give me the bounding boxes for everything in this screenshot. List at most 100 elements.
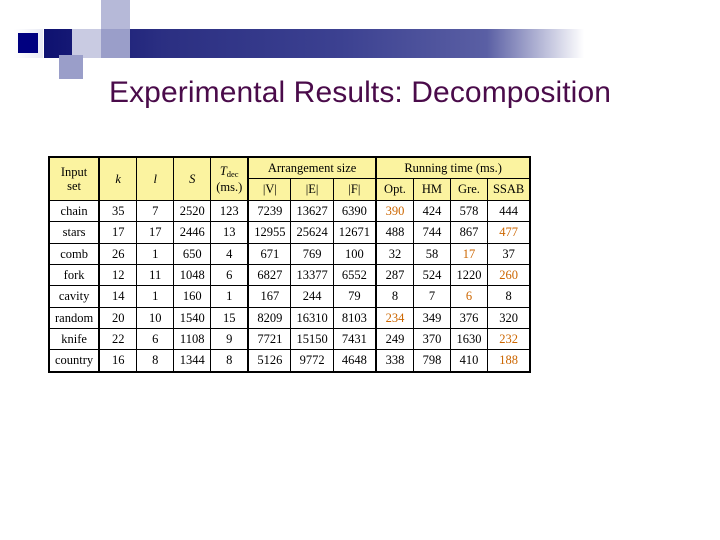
cell-ssab: 37 <box>486 242 531 265</box>
cell-k: 16 <box>98 349 138 373</box>
cell-l: 11 <box>136 263 175 287</box>
column-header-opt: Opt. <box>375 178 414 201</box>
cell-input-set: stars <box>48 221 101 244</box>
slide-decoration-band <box>0 0 720 87</box>
cell-l: 10 <box>136 306 175 330</box>
cell-k: 14 <box>98 285 138 308</box>
cell-e: 15150 <box>290 327 334 351</box>
cell-e: 16310 <box>290 306 334 330</box>
cell-e: 9772 <box>290 349 334 373</box>
cell-s: 1108 <box>173 327 212 351</box>
cell-input-set: chain <box>48 199 101 223</box>
cell-hm: 424 <box>412 199 451 223</box>
cell-e: 13627 <box>290 199 334 223</box>
column-header-gre: Gre. <box>449 178 488 201</box>
cell-gre: 376 <box>449 306 488 330</box>
column-header-l: l <box>136 156 175 201</box>
cell-l: 8 <box>136 349 175 373</box>
column-group-running-time: Running time (ms.) <box>375 156 531 180</box>
cell-tdec: 6 <box>210 263 250 287</box>
cell-tdec: 4 <box>210 242 250 265</box>
table-header: Input set k l S Tdec (ms.) Arrangement s… <box>48 156 531 201</box>
decoration-square-4 <box>72 29 101 58</box>
cell-input-set: random <box>48 306 101 330</box>
cell-ssab: 8 <box>486 285 531 308</box>
decoration-square-10 <box>72 0 101 29</box>
column-header-k: k <box>98 156 138 201</box>
cell-f: 4648 <box>332 349 377 373</box>
cell-v: 671 <box>247 242 292 265</box>
decoration-square-5 <box>101 0 130 29</box>
cell-gre: 578 <box>449 199 488 223</box>
cell-hm: 744 <box>412 221 451 244</box>
cell-tdec: 8 <box>210 349 250 373</box>
column-header-v: |V| <box>247 178 292 201</box>
cell-hm: 370 <box>412 327 451 351</box>
cell-input-set: knife <box>48 327 101 351</box>
cell-input-set: country <box>48 349 101 373</box>
cell-l: 7 <box>136 199 175 223</box>
cell-v: 8209 <box>247 306 292 330</box>
cell-ssab: 320 <box>486 306 531 330</box>
decoration-square-2 <box>18 33 38 53</box>
decoration-square-3 <box>44 0 72 29</box>
cell-f: 100 <box>332 242 377 265</box>
table-row: chain 35 7 2520 123 7239 13627 6390 390 424 578 444 <box>48 199 531 223</box>
cell-input-set: cavity <box>48 285 101 308</box>
table-header-row-1: Input set k l S Tdec (ms.) Arrangement s… <box>48 156 531 201</box>
cell-e: 13377 <box>290 263 334 287</box>
cell-k: 12 <box>98 263 138 287</box>
cell-f: 8103 <box>332 306 377 330</box>
cell-s: 2520 <box>173 199 212 223</box>
cell-l: 17 <box>136 221 175 244</box>
cell-k: 20 <box>98 306 138 330</box>
cell-s: 2446 <box>173 221 212 244</box>
cell-v: 7721 <box>247 327 292 351</box>
cell-e: 244 <box>290 285 334 308</box>
cell-f: 12671 <box>332 221 377 244</box>
cell-tdec: 123 <box>210 199 250 223</box>
cell-f: 6390 <box>332 199 377 223</box>
table-row: comb 26 1 650 4 671 769 100 32 58 17 37 <box>48 242 531 265</box>
cell-k: 26 <box>98 242 138 265</box>
cell-hm: 798 <box>412 349 451 373</box>
cell-opt: 338 <box>375 349 414 373</box>
experimental-results-table: Input set k l S Tdec (ms.) Arrangement s… <box>48 156 532 373</box>
cell-ssab: 188 <box>486 349 531 373</box>
cell-e: 25624 <box>290 221 334 244</box>
cell-opt: 488 <box>375 221 414 244</box>
cell-v: 167 <box>247 285 292 308</box>
column-header-ssab: SSAB <box>486 178 531 201</box>
cell-opt: 8 <box>375 285 414 308</box>
table-body: chain 35 7 2520 123 7239 13627 6390 390 424 578 444… <box>48 199 531 373</box>
table-row: stars 17 17 2446 13 12955 25624 12671 488 744 867 4… <box>48 221 531 244</box>
input-set-label-line2: set <box>67 178 82 193</box>
cell-ssab: 477 <box>486 221 531 244</box>
cell-gre: 1220 <box>449 263 488 287</box>
column-header-s: S <box>173 156 212 201</box>
table-row: knife 22 6 1108 9 7721 15150 7431 249 370 1630 232 <box>48 327 531 351</box>
cell-ssab: 260 <box>486 263 531 287</box>
cell-l: 1 <box>136 285 175 308</box>
cell-k: 35 <box>98 199 138 223</box>
cell-hm: 7 <box>412 285 451 308</box>
cell-e: 769 <box>290 242 334 265</box>
cell-s: 1540 <box>173 306 212 330</box>
cell-gre: 1630 <box>449 327 488 351</box>
column-header-e: |E| <box>290 178 334 201</box>
input-set-label-line1: Input <box>60 164 88 179</box>
cell-tdec: 1 <box>210 285 250 308</box>
tdec-subscript: dec <box>226 168 239 179</box>
tdec-unit: (ms.) <box>216 179 243 194</box>
table-row: cavity 14 1 160 1 167 244 79 8 7 6 8 <box>48 285 531 308</box>
table-row: fork 12 11 1048 6 6827 13377 6552 287 524 1220 260 <box>48 263 531 287</box>
cell-opt: 249 <box>375 327 414 351</box>
cell-v: 5126 <box>247 349 292 373</box>
cell-opt: 390 <box>375 199 414 223</box>
cell-opt: 234 <box>375 306 414 330</box>
cell-l: 1 <box>136 242 175 265</box>
table-row: country 16 8 1344 8 5126 9772 4648 338 798 410 188 <box>48 349 531 373</box>
cell-gre: 6 <box>449 285 488 308</box>
cell-tdec: 9 <box>210 327 250 351</box>
cell-v: 12955 <box>247 221 292 244</box>
